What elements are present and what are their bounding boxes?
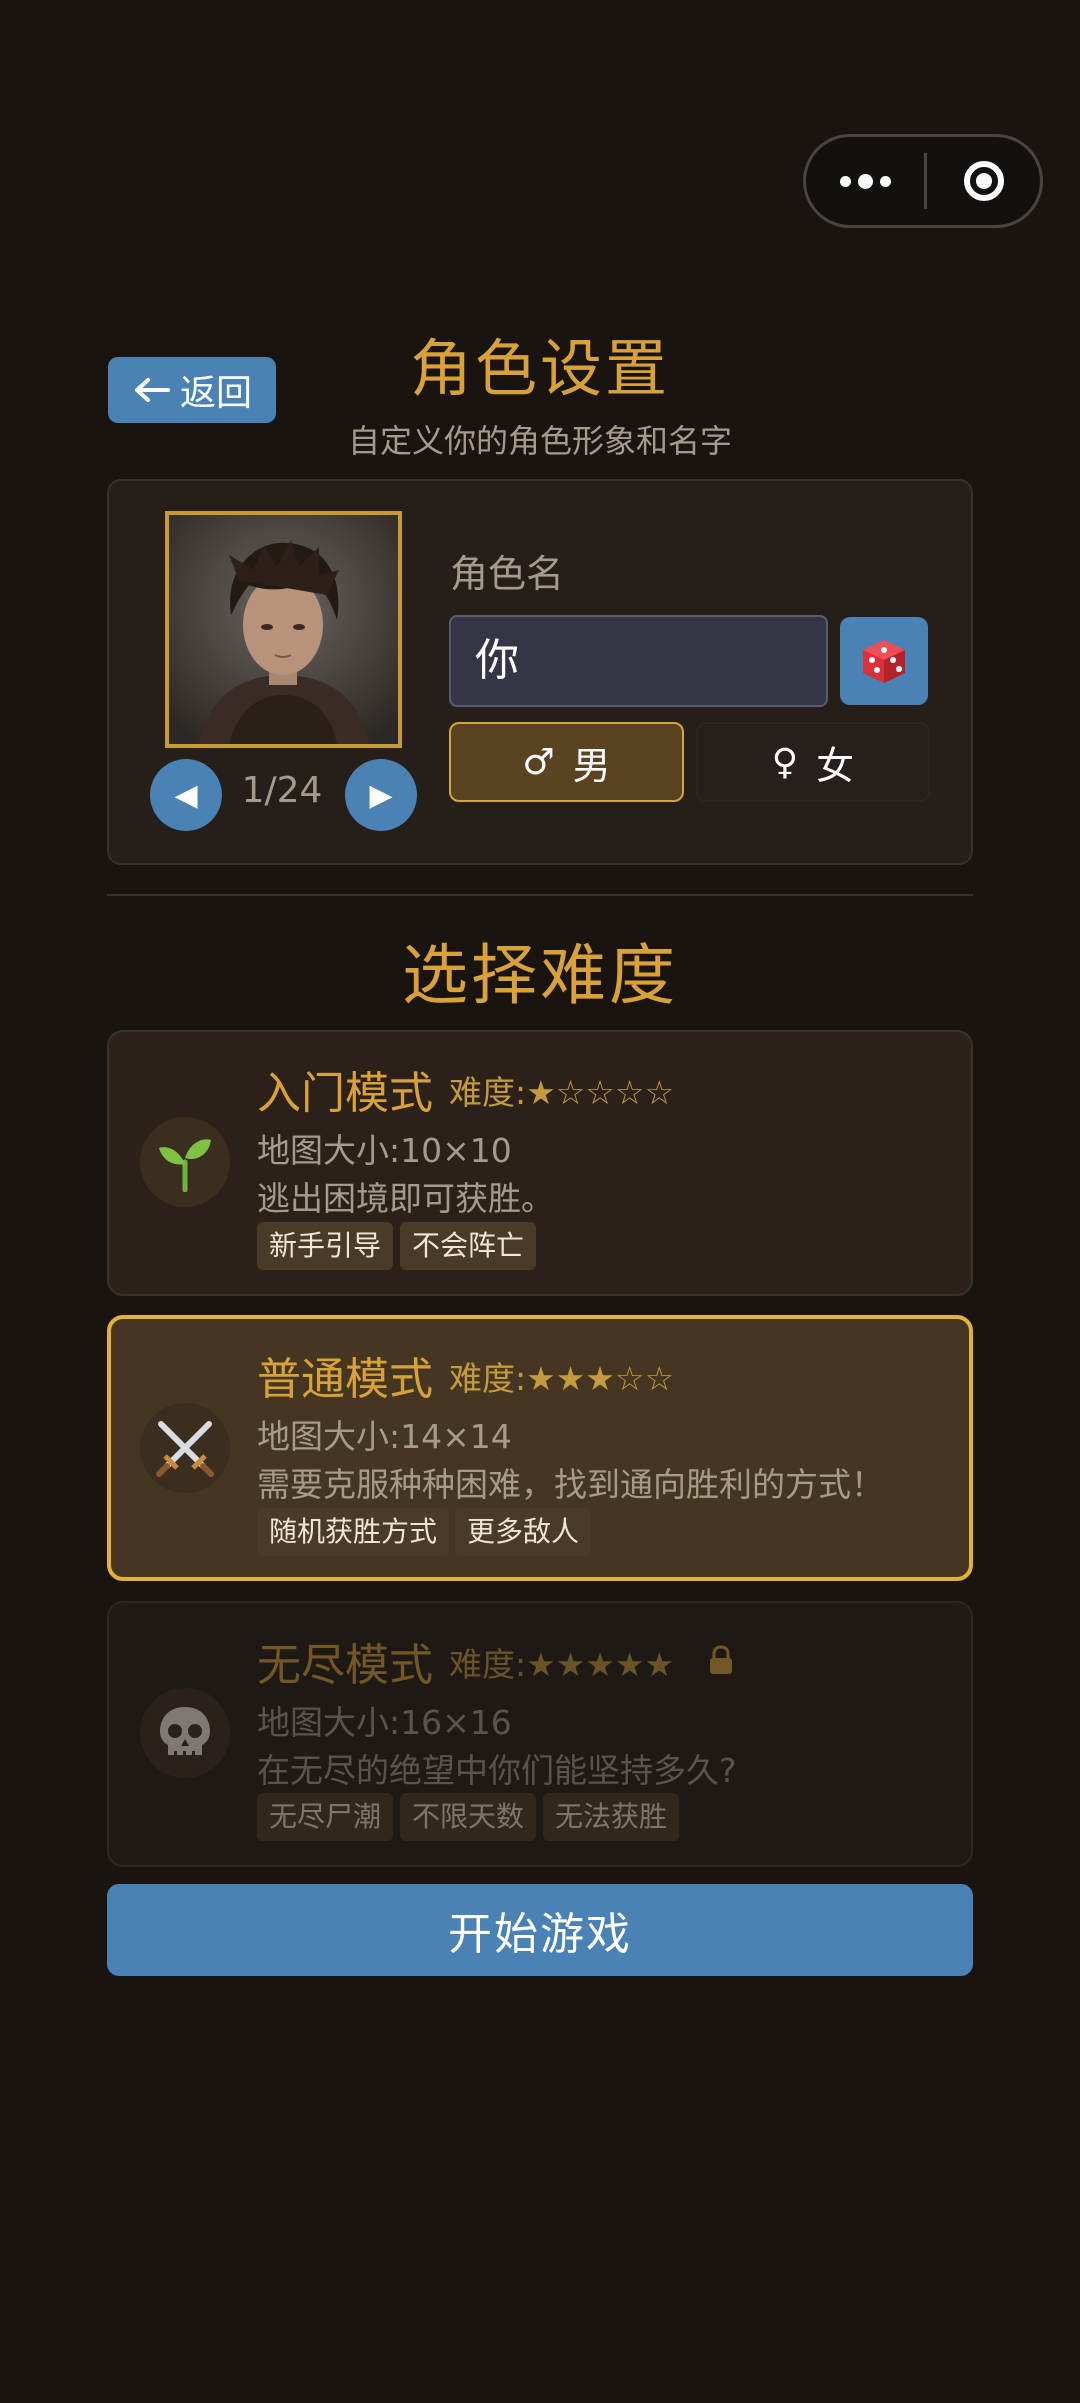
triangle-right-icon: ▶ (369, 777, 393, 813)
lock-icon (708, 1645, 734, 1679)
mode-title: 入门模式 (257, 1068, 433, 1119)
miniprogram-capsule (803, 134, 1043, 228)
mode-tag: 无尽尸潮 (257, 1793, 394, 1841)
mode-tag: 不限天数 (400, 1793, 537, 1841)
map-size: 地图大小:14×14 (257, 1417, 512, 1456)
mode-title: 无尽模式 (257, 1640, 433, 1691)
character-name-input[interactable]: 你 (449, 615, 828, 707)
mode-tag: 不会阵亡 (400, 1222, 537, 1270)
gender-male-label: 男 (572, 743, 611, 788)
mode-tag: 随机获胜方式 (257, 1508, 450, 1556)
sprout-icon (140, 1117, 230, 1207)
character-portrait (165, 511, 402, 748)
page-title: 角色设置 (409, 332, 670, 405)
more-menu-button[interactable] (806, 137, 924, 225)
portrait-counter: 1/24 (241, 770, 323, 811)
crossed-swords-icon (140, 1403, 230, 1493)
prev-portrait-button[interactable]: ◀ (150, 759, 222, 831)
name-label: 角色名 (450, 552, 565, 596)
map-size: 地图大小:16×16 (257, 1703, 512, 1742)
start-game-button[interactable]: 开始游戏 (107, 1884, 973, 1976)
more-icon-dot (857, 173, 873, 189)
female-symbol-icon: ♀ (771, 741, 799, 783)
mode-tag: 无法获胜 (543, 1793, 680, 1841)
gender-female-button[interactable]: ♀ 女 (696, 722, 930, 802)
random-name-button[interactable] (840, 617, 928, 705)
mode-title: 普通模式 (257, 1354, 433, 1405)
difficulty-section-title: 选择难度 (402, 937, 678, 1014)
mode-tag: 新手引导 (257, 1222, 394, 1270)
male-symbol-icon: ♂ (522, 741, 555, 783)
mode-description: 在无尽的绝望中你们能坚持多久? (257, 1751, 737, 1790)
triangle-left-icon: ◀ (174, 777, 198, 813)
skull-icon (140, 1688, 230, 1778)
more-icon-dot (839, 175, 851, 187)
page-subtitle: 自定义你的角色形象和名字 (347, 422, 732, 460)
close-miniprogram-button[interactable] (927, 137, 1040, 225)
next-portrait-button[interactable]: ▶ (345, 759, 417, 831)
gender-female-label: 女 (816, 743, 855, 788)
difficulty-rating: 难度:★★★☆☆ (449, 1359, 675, 1398)
gender-male-button[interactable]: ♂ 男 (449, 722, 684, 802)
more-icon-dot (879, 175, 891, 187)
difficulty-rating: 难度:★☆☆☆☆ (449, 1073, 675, 1112)
mode-description: 逃出困境即可获胜。 (257, 1179, 554, 1218)
dice-icon (863, 640, 905, 683)
mode-tag: 更多敌人 (455, 1508, 592, 1556)
target-icon (963, 161, 1004, 201)
map-size: 地图大小:10×10 (257, 1131, 512, 1170)
section-divider (107, 894, 973, 896)
difficulty-rating: 难度:★★★★★ (449, 1645, 675, 1684)
mode-description: 需要克服种种困难，找到通向胜利的方式！ (257, 1465, 884, 1504)
